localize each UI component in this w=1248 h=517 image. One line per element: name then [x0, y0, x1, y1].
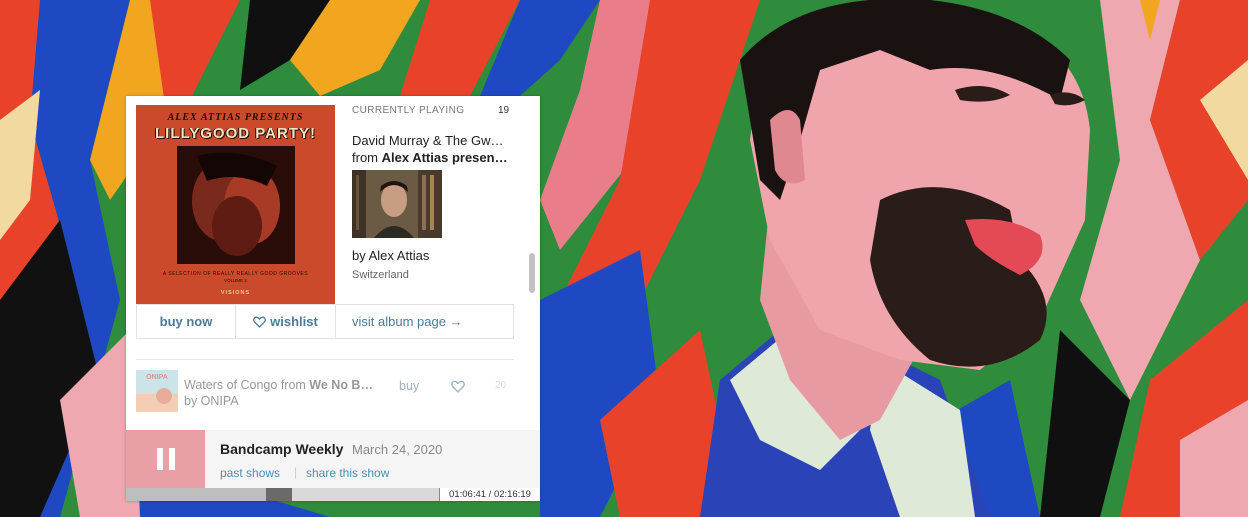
visit-album-page-link[interactable]: visit album page → [352, 305, 463, 338]
buy-now-button[interactable]: buy now [137, 305, 236, 338]
next-track-title: Waters of Congo [184, 378, 278, 392]
share-show-link[interactable]: share this show [306, 466, 389, 480]
next-album-title: We No B… [309, 378, 373, 392]
current-album-title[interactable]: Alex Attias presen… [382, 150, 508, 165]
show-date: March 24, 2020 [352, 442, 443, 457]
track-number: 19 [498, 105, 510, 116]
show-controls: Bandcamp Weekly March 24, 2020 past show… [126, 430, 540, 501]
link-separator: | [294, 465, 298, 479]
artist-location: Switzerland [352, 269, 409, 281]
currently-playing-label: CURRENTLY PLAYING [352, 105, 465, 116]
next-artist[interactable]: by ONIPA [184, 394, 239, 408]
next-track-line[interactable]: Waters of Congo from We No B… [184, 378, 389, 392]
progress-bar[interactable]: 01:06:41 / 02:16:19 [126, 488, 540, 501]
divider [136, 359, 514, 360]
next-album-thumbnail[interactable]: ONIPA [136, 370, 178, 412]
music-player: ALEX ATTIAS PRESENTS LILLYGOOD PARTY! A … [126, 96, 540, 501]
pause-icon-bar-right [169, 448, 175, 470]
heart-icon [253, 316, 267, 328]
wishlist-label: wishlist [270, 314, 318, 329]
time-display: 01:06:41 / 02:16:19 [439, 488, 540, 501]
show-title[interactable]: Bandcamp Weekly [220, 441, 343, 457]
progress-fill [126, 488, 279, 501]
current-artist[interactable]: by Alex Attias [352, 248, 429, 263]
next-buy-link[interactable]: buy [399, 379, 419, 393]
cover-label-text: VISIONS [220, 290, 251, 296]
artist-photo[interactable] [352, 170, 442, 238]
cover-title-text: LILLYGOOD PARTY! [154, 125, 316, 142]
pause-button[interactable] [126, 430, 205, 488]
from-prefix: from [352, 150, 382, 165]
past-shows-link[interactable]: past shows [220, 466, 280, 480]
progress-handle[interactable] [266, 488, 292, 501]
cover-volume-text: VOLUME 2 [224, 278, 247, 283]
current-track-title[interactable]: David Murray & The Gw… [352, 133, 512, 148]
next-from-word: from [277, 378, 310, 392]
next-heart-icon[interactable] [451, 380, 465, 393]
playlist-scrollbar[interactable] [529, 253, 535, 293]
album-cover[interactable]: ALEX ATTIAS PRESENTS LILLYGOOD PARTY! A … [136, 105, 335, 304]
wishlist-button[interactable]: wishlist [236, 305, 336, 338]
pause-icon-bar-left [157, 448, 163, 470]
playlist-scroll-area[interactable]: ALEX ATTIAS PRESENTS LILLYGOOD PARTY! A … [126, 96, 540, 430]
cover-artist-text: ALEX ATTIAS PRESENTS [167, 112, 304, 123]
playlist-item-next[interactable]: ONIPA Waters of Congo from We No B… by O… [126, 368, 526, 414]
current-album-line[interactable]: from Alex Attias presen… [352, 150, 512, 165]
next-thumb-text: ONIPA [146, 374, 168, 381]
cover-subtitle-text: A SELECTION OF REALLY REALLY GOOD GROOVE… [162, 271, 309, 277]
cover-photo [177, 146, 295, 264]
next-track-number: 20 [495, 380, 507, 391]
album-action-bar: buy now wishlist visit album page → [136, 304, 514, 339]
